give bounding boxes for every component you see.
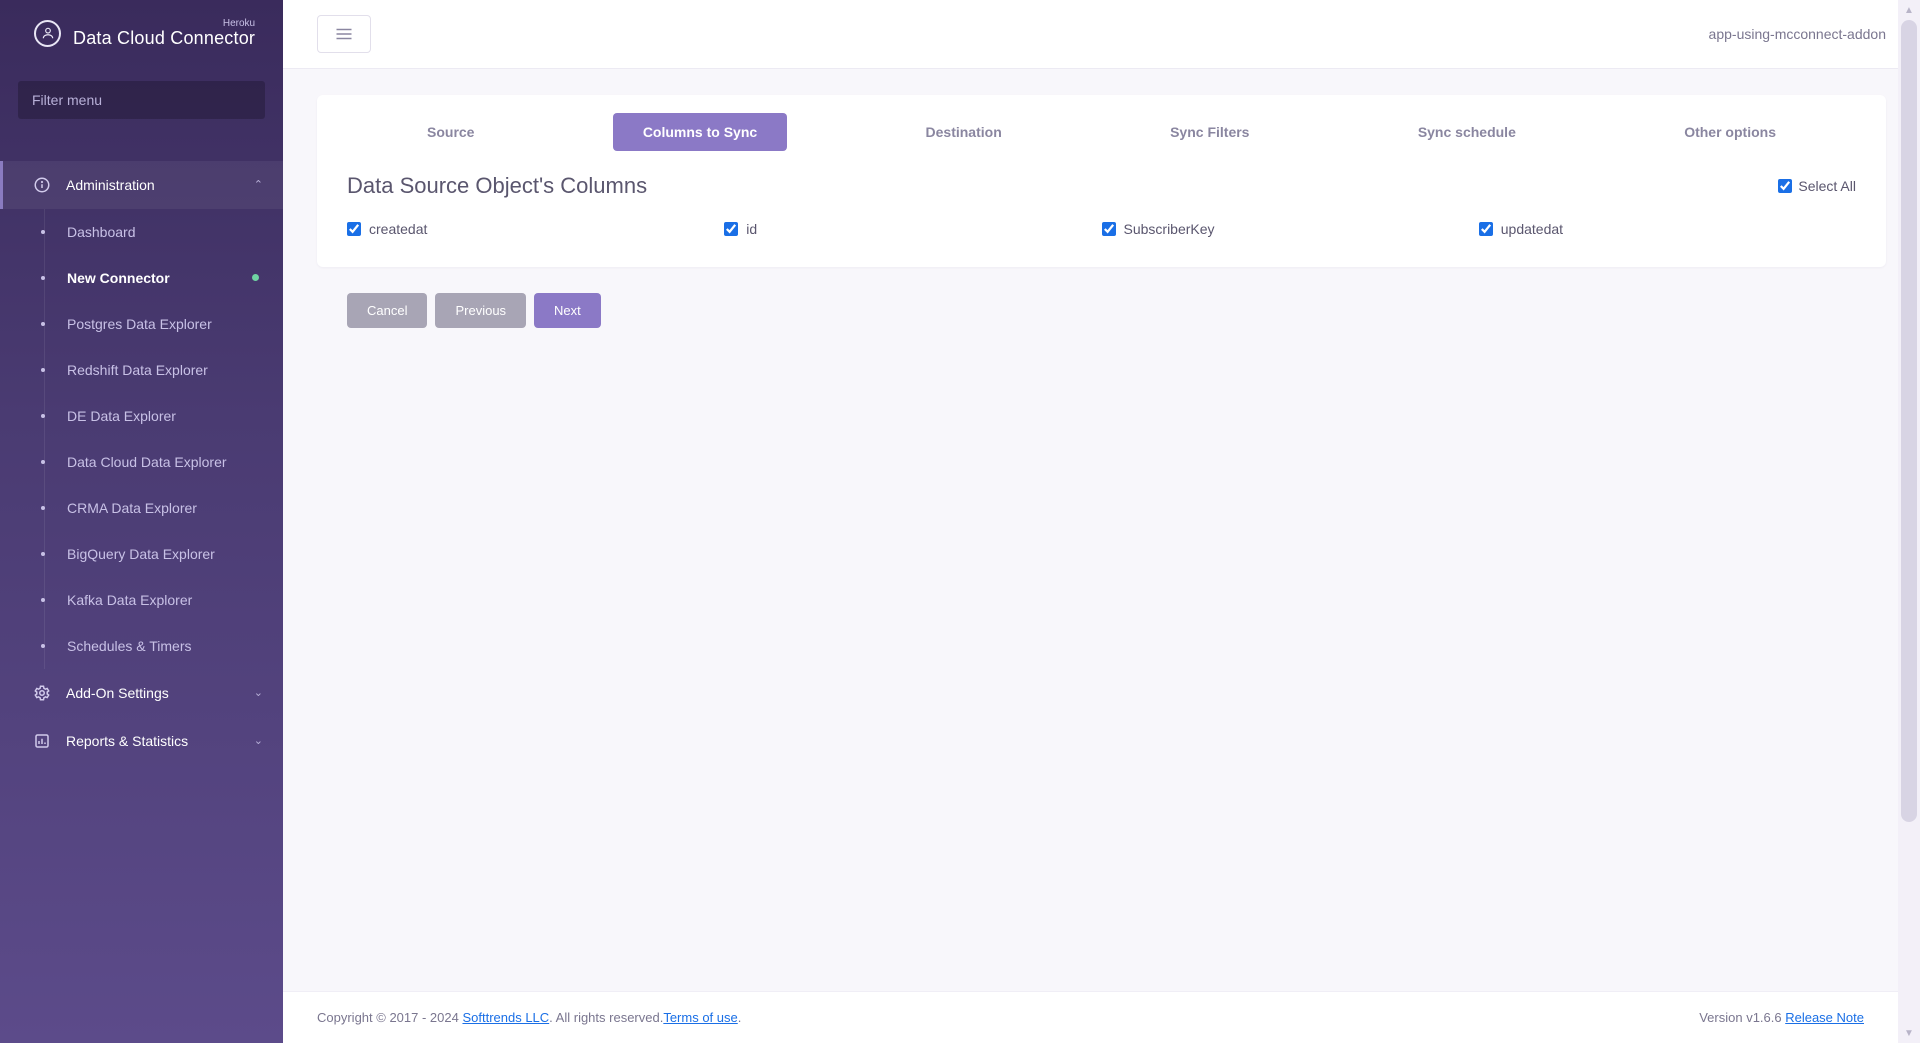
select-all-wrapper[interactable]: Select All [1778, 178, 1856, 194]
topbar: app-using-mcconnect-addon [283, 0, 1920, 69]
column-label: createdat [369, 221, 427, 237]
reports-icon [32, 731, 52, 751]
nav-item-label: Kafka Data Explorer [67, 592, 192, 608]
nav: Administration ⌃ Dashboard New Connector… [0, 133, 283, 1043]
chevron-down-icon: ⌄ [254, 734, 263, 747]
nav-items-administration: Dashboard New Connector Postgres Data Ex… [44, 209, 283, 669]
brand-logo-icon [34, 20, 61, 47]
scroll-thumb[interactable] [1901, 20, 1917, 822]
nav-section-label: Add-On Settings [66, 685, 169, 701]
hamburger-icon [335, 27, 353, 41]
nav-item-datacloud[interactable]: Data Cloud Data Explorer [45, 439, 283, 485]
menu-toggle-button[interactable] [317, 15, 371, 53]
tab-other[interactable]: Other options [1654, 113, 1806, 151]
status-dot-icon [252, 274, 259, 281]
terms-link[interactable]: Terms of use [663, 1010, 737, 1025]
content: Source Columns to Sync Destination Sync … [283, 69, 1920, 1043]
chevron-up-icon: ⌃ [254, 178, 263, 191]
column-item[interactable]: SubscriberKey [1102, 221, 1479, 237]
scroll-track[interactable] [1898, 20, 1920, 1023]
columns-row: createdat id SubscriberKey updatedat [347, 221, 1856, 237]
nav-item-dashboard[interactable]: Dashboard [45, 209, 283, 255]
nav-section-label: Administration [66, 177, 155, 193]
footer-left: Copyright © 2017 - 2024 Softtrends LLC. … [317, 1010, 741, 1025]
main: app-using-mcconnect-addon Source Columns… [283, 0, 1920, 1043]
scroll-up-icon[interactable]: ▲ [1904, 0, 1914, 20]
nav-item-postgres[interactable]: Postgres Data Explorer [45, 301, 283, 347]
column-label: SubscriberKey [1124, 221, 1215, 237]
tab-schedule[interactable]: Sync schedule [1388, 113, 1546, 151]
nav-item-schedules[interactable]: Schedules & Timers [45, 623, 283, 669]
sidebar: Heroku Data Cloud Connector Administrati… [0, 0, 283, 1043]
gear-icon [32, 683, 52, 703]
nav-item-label: CRMA Data Explorer [67, 500, 197, 516]
nav-item-de[interactable]: DE Data Explorer [45, 393, 283, 439]
next-button[interactable]: Next [534, 293, 601, 328]
column-item[interactable]: createdat [347, 221, 724, 237]
nav-item-redshift[interactable]: Redshift Data Explorer [45, 347, 283, 393]
wizard-card: Source Columns to Sync Destination Sync … [317, 95, 1886, 267]
tab-source[interactable]: Source [397, 113, 504, 151]
select-all-checkbox[interactable] [1778, 179, 1792, 193]
previous-button[interactable]: Previous [435, 293, 526, 328]
app-name-label: app-using-mcconnect-addon [1709, 26, 1886, 42]
nav-section-addon[interactable]: Add-On Settings ⌄ [0, 669, 283, 717]
column-checkbox-updatedat[interactable] [1479, 222, 1493, 236]
nav-item-label: Data Cloud Data Explorer [67, 454, 227, 470]
info-icon [32, 175, 52, 195]
section-header: Data Source Object's Columns Select All [347, 173, 1856, 199]
chevron-down-icon: ⌄ [254, 686, 263, 699]
nav-item-label: New Connector [67, 270, 170, 286]
company-link[interactable]: Softtrends LLC [462, 1010, 549, 1025]
nav-item-new-connector[interactable]: New Connector [45, 255, 283, 301]
nav-item-label: BigQuery Data Explorer [67, 546, 215, 562]
nav-item-bigquery[interactable]: BigQuery Data Explorer [45, 531, 283, 577]
version-text: Version v1.6.6 [1699, 1010, 1785, 1025]
column-checkbox-id[interactable] [724, 222, 738, 236]
tab-columns[interactable]: Columns to Sync [613, 113, 787, 151]
column-item[interactable]: updatedat [1479, 221, 1856, 237]
column-label: id [746, 221, 757, 237]
rights-text: . All rights reserved. [549, 1010, 663, 1025]
column-label: updatedat [1501, 221, 1563, 237]
tab-destination[interactable]: Destination [896, 113, 1032, 151]
column-checkbox-subscriberkey[interactable] [1102, 222, 1116, 236]
nav-section-reports[interactable]: Reports & Statistics ⌄ [0, 717, 283, 765]
nav-item-crma[interactable]: CRMA Data Explorer [45, 485, 283, 531]
cancel-button[interactable]: Cancel [347, 293, 427, 328]
footer-right: Version v1.6.6 Release Note [1699, 1010, 1864, 1025]
section-title: Data Source Object's Columns [347, 173, 647, 199]
copyright-text: Copyright © 2017 - 2024 [317, 1010, 462, 1025]
nav-item-label: Schedules & Timers [67, 638, 192, 654]
nav-section-administration[interactable]: Administration ⌃ [0, 161, 283, 209]
select-all-label: Select All [1798, 178, 1856, 194]
tab-filters[interactable]: Sync Filters [1140, 113, 1279, 151]
column-item[interactable]: id [724, 221, 1101, 237]
brand-title: Data Cloud Connector [73, 29, 255, 49]
brand: Heroku Data Cloud Connector [0, 0, 283, 67]
nav-item-label: Dashboard [67, 224, 136, 240]
nav-section-label: Reports & Statistics [66, 733, 188, 749]
release-note-link[interactable]: Release Note [1785, 1010, 1864, 1025]
scroll-down-icon[interactable]: ▼ [1904, 1023, 1914, 1043]
footer: Copyright © 2017 - 2024 Softtrends LLC. … [283, 991, 1898, 1043]
wizard-actions: Cancel Previous Next [317, 293, 1886, 328]
wizard-tabs: Source Columns to Sync Destination Sync … [347, 113, 1856, 151]
nav-item-kafka[interactable]: Kafka Data Explorer [45, 577, 283, 623]
nav-item-label: DE Data Explorer [67, 408, 176, 424]
period: . [738, 1010, 742, 1025]
filter-menu-input[interactable] [18, 81, 265, 119]
scrollbar[interactable]: ▲ ▼ [1898, 0, 1920, 1043]
nav-item-label: Redshift Data Explorer [67, 362, 208, 378]
column-checkbox-createdat[interactable] [347, 222, 361, 236]
nav-item-label: Postgres Data Explorer [67, 316, 212, 332]
